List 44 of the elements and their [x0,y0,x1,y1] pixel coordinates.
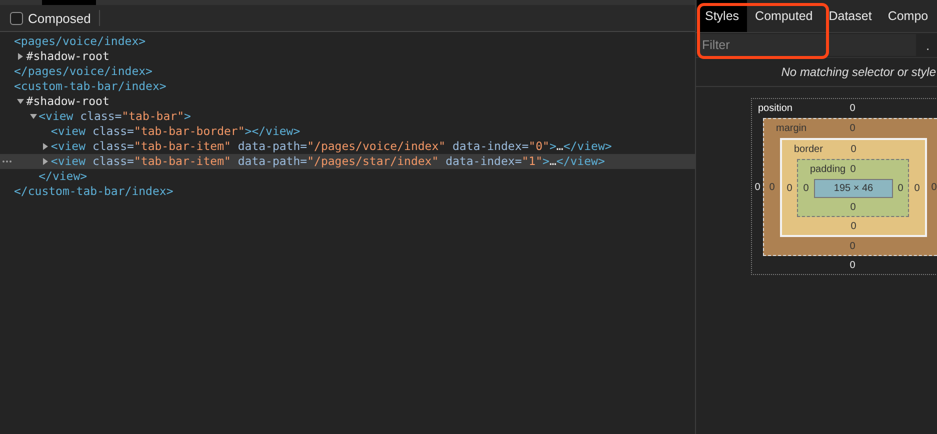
box-value: 0 [914,182,920,194]
box-value: 0 [931,182,937,193]
box-label: margin [776,123,807,134]
panel-tab[interactable]: Dataset [820,0,880,32]
collapsed-arrow-icon[interactable] [42,143,49,150]
expanded-arrow-icon[interactable] [17,98,24,105]
box-value: 0 [850,123,856,134]
box-label: padding [810,164,846,175]
box-value: 0 [850,164,856,175]
collapsed-arrow-icon[interactable] [42,158,49,165]
collapsed-arrow-icon[interactable] [17,53,24,60]
code-line[interactable]: </custom-tab-bar/index> [14,184,174,199]
box-value: 0 [850,240,856,252]
more-icon[interactable] [2,160,12,163]
box-value: 0 [850,202,856,212]
box-value: 0 [754,182,760,192]
code-line[interactable]: #shadow-root [26,94,110,109]
code-line[interactable]: <custom-tab-bar/index> [14,79,166,94]
box-value: 0 [850,260,856,270]
code-line[interactable]: </view> [38,169,88,184]
code-line[interactable]: #shadow-root [26,49,110,64]
box-value: 0 [803,183,809,194]
box-value: 0 [850,144,856,155]
box-label: border [794,144,823,155]
filter-option[interactable]: . [926,38,930,52]
expanded-arrow-icon[interactable] [30,113,37,120]
box-value: 0 [786,182,792,194]
empty-message: No matching selector or style [781,65,936,79]
box-value: 0 [769,182,775,193]
code-line[interactable]: <view class="tab-bar-border"></view> [50,124,300,139]
content-size: 195 × 46 [814,179,893,198]
box-value: 0 [850,220,856,232]
box-label: position [758,103,792,114]
code-line[interactable]: <view class="tab-bar-item" data-path="/pages/voice/index" data-index="0">…</view> [50,139,612,154]
panel-tab[interactable]: Computed [747,0,821,32]
code-line[interactable]: <view class="tab-bar"> [38,109,191,124]
checkbox-label: Composed [28,10,91,26]
box-value: 0 [898,183,904,194]
filter-field[interactable]: Filter [697,34,916,56]
panel-tab[interactable]: Compo [880,0,936,32]
code-line[interactable]: <pages/voice/index> [14,34,146,49]
code-line[interactable]: </pages/voice/index> [14,64,152,79]
composed-checkbox[interactable] [10,12,23,24]
box-value: 0 [850,103,856,114]
